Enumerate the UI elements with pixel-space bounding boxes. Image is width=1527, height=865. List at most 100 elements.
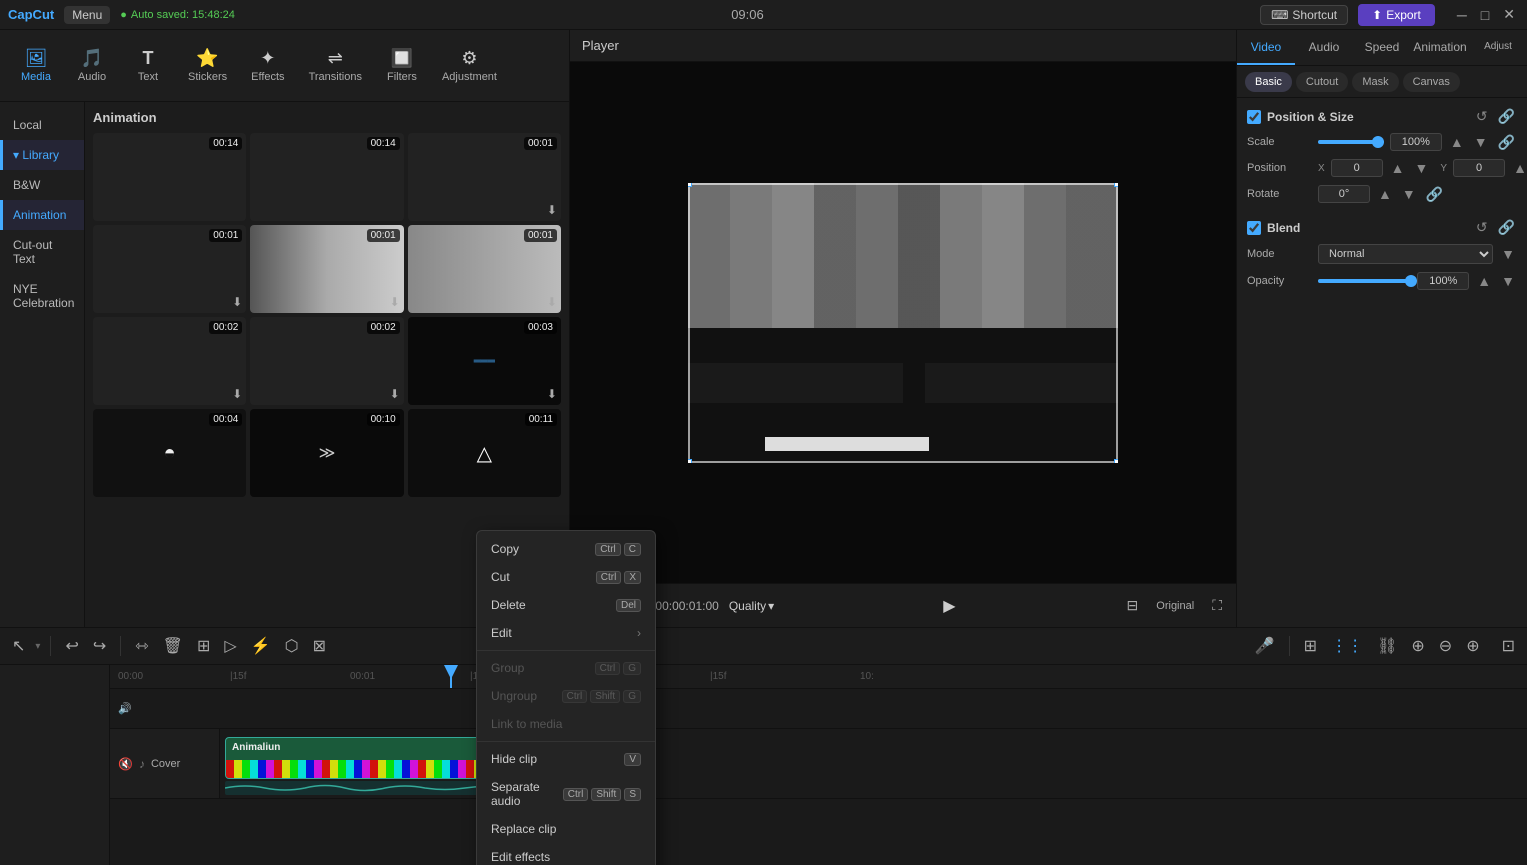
select-tool-button[interactable]: ↖ [8,634,29,658]
split-button[interactable]: ⇿ [131,634,152,658]
handle-tl[interactable] [688,183,692,187]
position-y-input[interactable] [1453,159,1505,177]
ctx-delete[interactable]: Delete Del [477,591,655,619]
delete-button[interactable]: 🗑 [159,634,187,658]
download-icon-6[interactable]: ⬇ [232,387,242,401]
grid-item-4[interactable]: 00:01 ⬇ [250,225,403,313]
tab-video[interactable]: Video [1237,30,1295,65]
opacity-slider[interactable] [1318,279,1411,283]
link-button[interactable]: ⛓ [1373,634,1401,658]
magnet-button[interactable]: ⊕ [1407,634,1428,658]
subtab-canvas[interactable]: Canvas [1403,72,1460,92]
grid-item-8[interactable]: ═══ 00:03 ⬇ [408,317,561,405]
ctx-replace-clip[interactable]: Replace clip [477,815,655,843]
audio-strip-button[interactable]: ⚡ [247,634,275,658]
tab-adjust[interactable]: Adjust [1469,30,1527,65]
mute-icon[interactable]: 🔊 [118,702,132,715]
opacity-down-button[interactable]: ▼ [1499,273,1517,289]
px-down-button[interactable]: ▼ [1413,160,1431,176]
menu-button[interactable]: Menu [64,6,110,24]
tool-effects[interactable]: ✦ Effects [241,42,294,89]
link-position-button[interactable]: 🔗 [1496,108,1517,125]
reset-blend-button[interactable]: ↺ [1474,219,1490,236]
tool-adjustment[interactable]: ⚙ Adjustment [432,42,507,89]
py-up-button[interactable]: ▲ [1511,160,1527,176]
grid-item-0[interactable]: 00:14 [93,133,246,221]
blend-mode-select[interactable]: Normal [1318,244,1493,264]
rotate-link-button[interactable]: 🔗 [1424,186,1445,203]
ctx-edit[interactable]: Edit › [477,619,655,647]
blend-toggle[interactable] [1247,221,1261,235]
tool-text[interactable]: T Text [122,42,174,89]
grid-item-7[interactable]: 00:02 ⬇ [250,317,403,405]
zoom-in-button[interactable]: ⊕ [1462,634,1483,658]
subtab-cutout[interactable]: Cutout [1296,72,1348,92]
download-icon-2[interactable]: ⬇ [547,203,557,217]
sidebar-item-local[interactable]: Local [0,110,84,140]
tool-audio[interactable]: 🎵 Audio [66,42,118,89]
redo-button[interactable]: ↪ [89,634,110,658]
player-viewport[interactable] [570,62,1236,583]
fullscreen-button[interactable]: ⛶ [1210,595,1224,616]
opacity-input[interactable] [1417,272,1469,290]
tool-stickers[interactable]: ⭐ Stickers [178,42,237,89]
export-button[interactable]: ⬆ Export [1358,4,1435,26]
sidebar-item-nye[interactable]: NYE Celebration [0,274,84,318]
crop-button[interactable]: ⊠ [309,634,330,658]
close-button[interactable]: ✕ [1499,6,1519,23]
rotate-input[interactable] [1318,185,1370,203]
download-icon-7[interactable]: ⬇ [390,387,400,401]
download-icon-5[interactable]: ⬇ [547,295,557,309]
handle-br[interactable] [1114,459,1118,463]
scale-link-button[interactable]: 🔗 [1496,134,1517,151]
shortcut-button[interactable]: ⌨ Shortcut [1260,5,1348,25]
grid-item-5[interactable]: 00:01 ⬇ [408,225,561,313]
grid-item-10[interactable]: ≫ 00:10 [250,409,403,497]
handle-tr[interactable] [1114,183,1118,187]
play-button[interactable]: ▶ [943,596,955,616]
sidebar-item-cutout[interactable]: Cut-out Text [0,230,84,274]
ctx-hide-clip[interactable]: Hide clip V [477,745,655,773]
quality-button[interactable]: Quality ▾ [729,599,774,613]
transform-button[interactable]: ⬡ [281,634,303,658]
tool-media[interactable]: 🖼 Media [10,42,62,89]
grid-item-3[interactable]: 00:01 ⬇ [93,225,246,313]
grid-item-2[interactable]: 00:01 ⬇ [408,133,561,221]
mic-button[interactable]: 🎤 [1251,634,1279,658]
position-size-toggle[interactable] [1247,110,1261,124]
link-blend-button[interactable]: 🔗 [1496,219,1517,236]
compare-button[interactable]: ⊟ [1125,595,1141,616]
tab-audio[interactable]: Audio [1295,30,1353,65]
minimize-button[interactable]: ─ [1453,6,1471,23]
download-icon-4[interactable]: ⬇ [390,295,400,309]
track-mute-icon[interactable]: 🔇 [118,757,133,771]
opacity-up-button[interactable]: ▲ [1475,273,1493,289]
subtab-mask[interactable]: Mask [1352,72,1398,92]
scale-slider[interactable] [1318,140,1384,144]
tool-transitions[interactable]: ⇌ Transitions [299,42,372,89]
grid-item-9[interactable]: ◓ 00:04 [93,409,246,497]
maximize-button[interactable]: □ [1477,6,1493,23]
download-icon-8[interactable]: ⬇ [547,387,557,401]
subtab-basic[interactable]: Basic [1245,72,1292,92]
sidebar-item-animation[interactable]: Animation [0,200,84,230]
scale-input[interactable] [1390,133,1442,151]
sidebar-item-bw[interactable]: B&W [0,170,84,200]
download-icon-3[interactable]: ⬇ [232,295,242,309]
blend-mode-arrow[interactable]: ▼ [1499,246,1517,262]
px-up-button[interactable]: ▲ [1389,160,1407,176]
handle-bl[interactable] [688,459,692,463]
zoom-out-button[interactable]: ⊖ [1435,634,1456,658]
tab-speed[interactable]: Speed [1353,30,1411,65]
scale-up-button[interactable]: ▲ [1448,134,1466,150]
reset-position-button[interactable]: ↺ [1474,108,1490,125]
rotate-down-button[interactable]: ▼ [1400,186,1418,202]
rotate-up-button[interactable]: ▲ [1376,186,1394,202]
undo-button[interactable]: ↩ [61,634,82,658]
tab-animation[interactable]: Animation [1411,30,1469,65]
ctx-cut[interactable]: Cut CtrlX [477,563,655,591]
copy-button[interactable]: ⊞ [193,634,214,658]
tool-filters[interactable]: 🔲 Filters [376,42,428,89]
grid-item-6[interactable]: 00:02 ⬇ [93,317,246,405]
grid-item-11[interactable]: △ 00:11 [408,409,561,497]
